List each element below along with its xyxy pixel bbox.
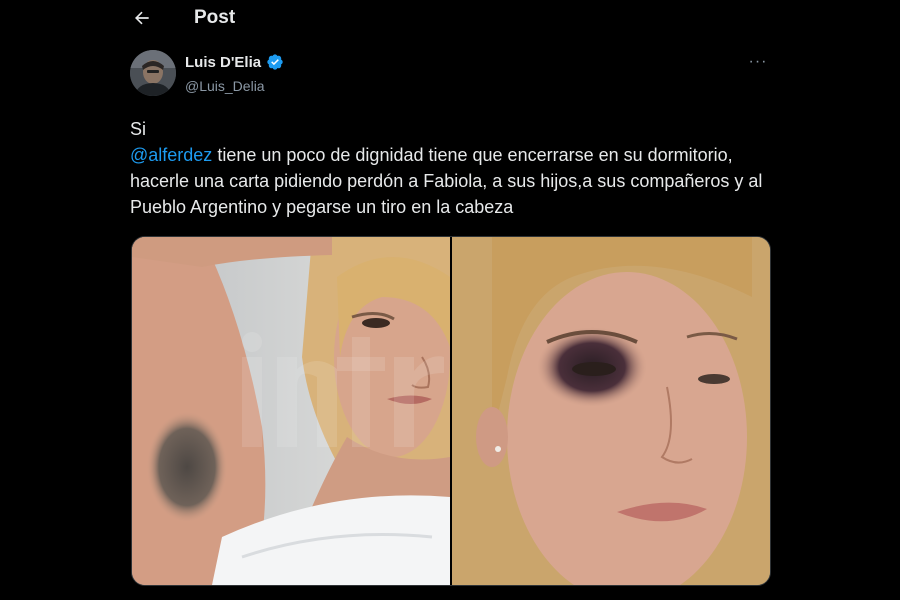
verified-badge-icon — [267, 54, 283, 70]
back-button[interactable] — [128, 6, 156, 30]
mention-link[interactable]: @alferdez — [130, 145, 212, 165]
post-header: Post — [0, 0, 900, 40]
author-name-row[interactable]: Luis D'Elia — [185, 53, 284, 71]
tweet-text-body: @alferdez tiene un poco de dignidad tien… — [130, 142, 770, 220]
tweet-text: Si @alferdez tiene un poco de dignidad t… — [130, 116, 770, 220]
page-title: Post — [194, 7, 236, 28]
arrow-left-icon — [135, 11, 149, 25]
tweet-text-line: Si — [130, 119, 147, 139]
more-options-button[interactable]: ··· — [745, 52, 771, 72]
author-name: Luis D'Elia — [185, 53, 262, 71]
avatar[interactable] — [130, 50, 176, 96]
watermark — [242, 332, 444, 447]
tweet-text-rest: tiene un poco de dignidad tiene que ence… — [130, 145, 763, 217]
tweet-author: Luis D'Elia @Luis_Delia ··· — [130, 50, 770, 98]
author-handle[interactable]: @Luis_Delia — [185, 78, 265, 94]
more-horizontal-icon: ··· — [748, 53, 768, 70]
tweet-media[interactable] — [131, 236, 771, 586]
